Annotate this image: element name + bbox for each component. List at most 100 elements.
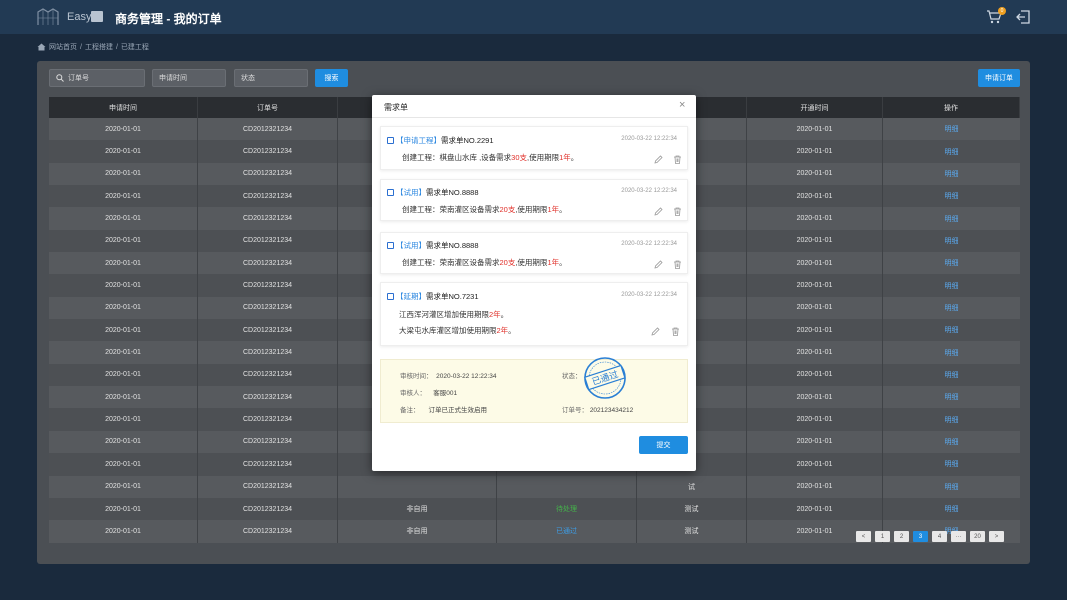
cell-order-no: CD2012321234 bbox=[198, 274, 338, 297]
cell-action[interactable]: 明细 bbox=[883, 408, 1020, 430]
cell-type bbox=[338, 475, 497, 498]
cell-action[interactable]: 明细 bbox=[883, 476, 1020, 498]
cell-action[interactable]: 明细 bbox=[883, 118, 1020, 140]
header-action: 操作 bbox=[883, 97, 1020, 118]
cell-order-no: CD2012321234 bbox=[198, 475, 338, 498]
search-icon bbox=[56, 74, 64, 82]
cell-order-no: CD2012321234 bbox=[198, 296, 338, 320]
header-order-no: 订单号 bbox=[198, 97, 338, 118]
card-time: 2020-03-22 12:22:34 bbox=[621, 188, 677, 194]
logo-icon bbox=[37, 8, 59, 25]
cell-open-time: 2020-01-01 bbox=[747, 430, 883, 454]
delete-icon[interactable] bbox=[671, 327, 680, 336]
cell-open-time: 2020-01-01 bbox=[747, 274, 883, 297]
cell-action[interactable]: 明细 bbox=[883, 319, 1020, 341]
cell-action[interactable]: 明细 bbox=[883, 252, 1020, 274]
page-button[interactable]: 1 bbox=[875, 531, 890, 542]
cell-order-no: CD2012321234 bbox=[198, 229, 338, 253]
cell-apply-time: 2020-01-01 bbox=[49, 118, 198, 141]
cell-order-no: CD2012321234 bbox=[198, 162, 338, 186]
cell-action[interactable]: 明细 bbox=[883, 297, 1020, 319]
cell-apply-time: 2020-01-01 bbox=[49, 140, 198, 163]
order-no-input[interactable]: 订单号 bbox=[49, 69, 145, 87]
logo-text: Easy bbox=[67, 11, 92, 23]
logo-m-icon bbox=[91, 11, 103, 22]
delete-icon[interactable] bbox=[673, 207, 682, 216]
cell-action[interactable]: 明细 bbox=[883, 230, 1020, 252]
cell-action[interactable]: 明细 bbox=[883, 185, 1020, 207]
cell-action[interactable]: 明细 bbox=[883, 386, 1020, 408]
page-button[interactable]: 20 bbox=[970, 531, 985, 542]
order-no-placeholder: 订单号 bbox=[68, 75, 89, 82]
status-select[interactable]: 状态 bbox=[234, 69, 308, 87]
cell-order-no: CD2012321234 bbox=[198, 386, 338, 409]
logout-icon[interactable] bbox=[1016, 10, 1030, 24]
page-button[interactable]: 2 bbox=[894, 531, 909, 542]
requirement-card: 【延期】需求单NO.7231 2020-03-22 12:22:34 江西浑河灌… bbox=[380, 282, 688, 346]
card-tag: 【试用】 bbox=[396, 188, 426, 197]
cell-action[interactable]: 明细 bbox=[883, 431, 1020, 453]
edit-icon[interactable] bbox=[651, 327, 660, 336]
card-checkbox[interactable] bbox=[387, 242, 394, 249]
search-button[interactable]: 搜索 bbox=[315, 69, 348, 87]
top-bar: Easy 商务管理 - 我的订单 0 bbox=[0, 0, 1067, 34]
review-info: 审核时间： 2020-03-22 12:22:34 审核人： 客服001 备注：… bbox=[380, 359, 688, 423]
card-checkbox[interactable] bbox=[387, 189, 394, 196]
cell-open-time: 2020-01-01 bbox=[747, 229, 883, 253]
cell-order-no: CD2012321234 bbox=[198, 319, 338, 342]
prev-page-button[interactable]: < bbox=[856, 531, 871, 542]
card-tag: 【试用】 bbox=[396, 241, 426, 250]
cell-action[interactable]: 明细 bbox=[883, 163, 1020, 185]
card-checkbox[interactable] bbox=[387, 137, 394, 144]
card-checkbox[interactable] bbox=[387, 293, 394, 300]
cell-action[interactable]: 明细 bbox=[883, 341, 1020, 363]
card-heading: 【试用】需求单NO.8888 bbox=[396, 187, 479, 198]
modal-title: 需求单 bbox=[384, 103, 408, 112]
apply-time-input[interactable]: 申请时间 bbox=[152, 69, 226, 87]
breadcrumb-item[interactable]: 工程搭建 bbox=[85, 42, 113, 52]
cell-open-time: 2020-01-01 bbox=[747, 118, 883, 141]
cell-open-time: 2020-01-01 bbox=[747, 162, 883, 186]
apply-order-button[interactable]: 申请订单 bbox=[978, 69, 1020, 87]
pagination: <1 2 3 4 ··· 20 > bbox=[856, 531, 1004, 542]
page-button[interactable]: 3 bbox=[913, 531, 928, 542]
breadcrumb-item[interactable]: 已建工程 bbox=[121, 42, 149, 52]
cell-order-no: CD2012321234 bbox=[198, 497, 338, 521]
page-button[interactable]: 4 bbox=[932, 531, 947, 542]
cell-order-no: CD2012321234 bbox=[198, 453, 338, 476]
cell-action[interactable]: 明细 bbox=[883, 453, 1020, 475]
cell-person: 测试 bbox=[637, 520, 747, 543]
cell-action[interactable]: 明细 bbox=[883, 364, 1020, 386]
cell-action[interactable]: 明细 bbox=[883, 274, 1020, 296]
card-body-line: 创建工程：荣南灌区设备需求20支,使用期限1年。 bbox=[402, 205, 567, 214]
card-body-line: 创建工程：荣南灌区设备需求20支,使用期限1年。 bbox=[402, 258, 567, 267]
cell-action[interactable]: 明细 bbox=[883, 207, 1020, 229]
cell-apply-time: 2020-01-01 bbox=[49, 520, 198, 543]
cell-open-time: 2020-01-01 bbox=[747, 475, 883, 498]
cell-action[interactable]: 明细 bbox=[883, 140, 1020, 162]
close-icon[interactable]: × bbox=[679, 99, 685, 111]
edit-icon[interactable] bbox=[654, 260, 663, 269]
cell-apply-time: 2020-01-01 bbox=[49, 274, 198, 297]
review-reviewer-row: 审核人： 客服001 bbox=[400, 390, 458, 397]
cell-apply-time: 2020-01-01 bbox=[49, 207, 198, 230]
delete-icon[interactable] bbox=[673, 155, 682, 164]
cell-apply-time: 2020-01-01 bbox=[49, 229, 198, 253]
edit-icon[interactable] bbox=[654, 207, 663, 216]
delete-icon[interactable] bbox=[673, 260, 682, 269]
cell-order-no: CD2012321234 bbox=[198, 430, 338, 454]
card-heading: 【延期】需求单NO.7231 bbox=[396, 291, 479, 302]
card-time: 2020-03-22 12:22:34 bbox=[621, 241, 677, 247]
edit-icon[interactable] bbox=[654, 155, 663, 164]
card-number: 需求单NO.2291 bbox=[441, 136, 494, 145]
status-placeholder: 状态 bbox=[241, 75, 255, 82]
breadcrumb-item[interactable]: 网站首页 bbox=[49, 42, 77, 52]
next-page-button[interactable]: > bbox=[989, 531, 1004, 542]
card-body-line: 江西浑河灌区增加使用期限2年。 bbox=[399, 310, 509, 319]
page-button[interactable]: ··· bbox=[951, 531, 966, 542]
cell-action[interactable]: 明细 bbox=[883, 498, 1020, 520]
cell-order-no: CD2012321234 bbox=[198, 341, 338, 364]
cell-apply-time: 2020-01-01 bbox=[49, 252, 198, 275]
breadcrumb: 网站首页 / 工程搭建 / 已建工程 bbox=[37, 42, 149, 52]
submit-button[interactable]: 提交 bbox=[639, 436, 688, 454]
